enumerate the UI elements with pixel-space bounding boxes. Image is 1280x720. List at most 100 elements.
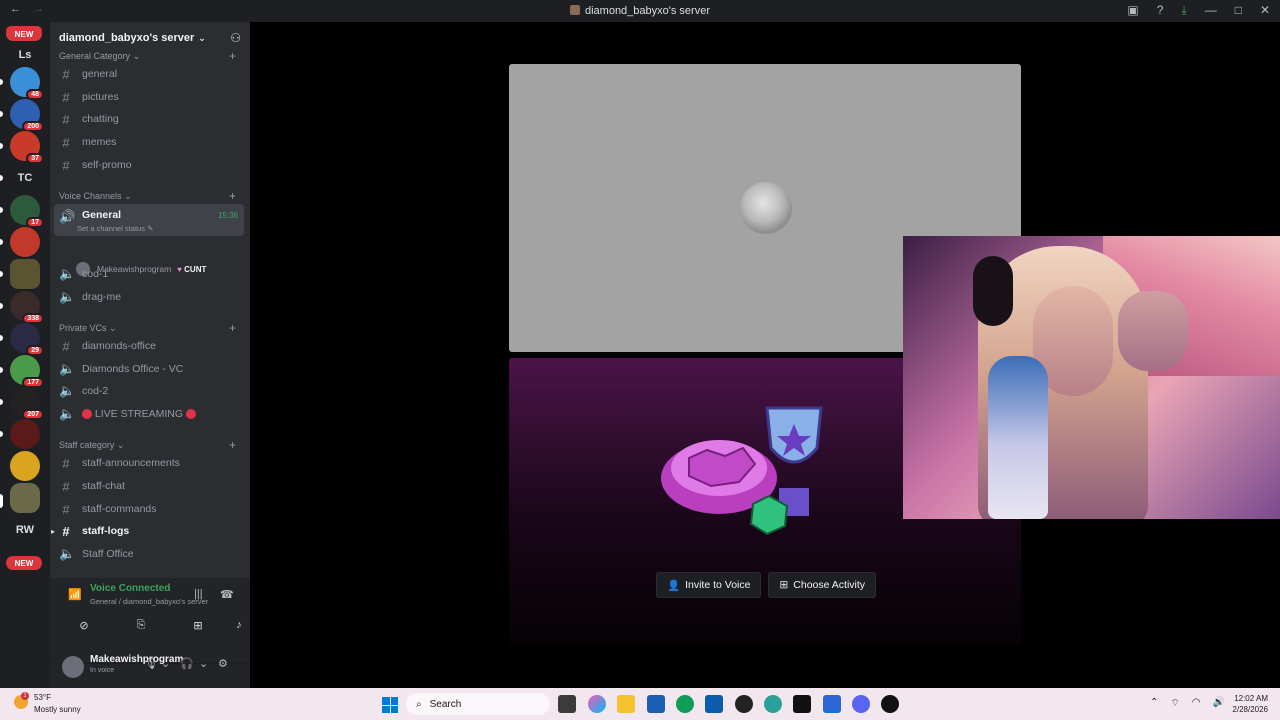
category-staff[interactable]: Staff category ⌄ +	[59, 438, 236, 452]
camera-off-button[interactable]: ⊘	[58, 616, 110, 634]
new-badge[interactable]: NEW	[6, 556, 42, 570]
weather-temperature[interactable]: 53°F	[34, 693, 51, 702]
channel-status[interactable]: Set a channel status ✎	[77, 224, 153, 233]
title-bar-controls: ▣ ? ⤓ — □ ✕	[1127, 3, 1270, 18]
channel-staff-chat[interactable]: # staff-chat	[54, 476, 244, 496]
choose-activity-button[interactable]: ⊞ Choose Activity	[768, 572, 877, 598]
channel-staff-announcements[interactable]: # staff-announcements	[54, 453, 244, 473]
copilot-icon[interactable]	[588, 695, 606, 713]
obs-icon[interactable]	[881, 695, 899, 713]
server-icon[interactable]	[10, 259, 40, 289]
chevron-down-icon[interactable]: ⌄	[199, 657, 208, 670]
server-icon[interactable]	[10, 227, 40, 257]
server-icon[interactable]: 207	[10, 387, 44, 420]
voice-location[interactable]: General / diamond_babyxo's server	[90, 597, 208, 606]
voice-channel-general[interactable]: 🔊 General 15:36 Set a channel status ✎	[54, 204, 244, 236]
invite-to-voice-button[interactable]: 👤 Invite to Voice	[656, 572, 762, 598]
maximize-icon[interactable]: □	[1235, 3, 1242, 18]
voice-channel-staff-office[interactable]: 🔈 Staff Office	[54, 544, 244, 564]
browser-icon[interactable]	[764, 695, 782, 713]
chevron-down-icon: ⌄	[116, 440, 125, 450]
help-icon[interactable]: ?	[1157, 3, 1164, 18]
store-icon[interactable]	[647, 695, 665, 713]
file-explorer-icon[interactable]	[617, 695, 635, 713]
volume-icon[interactable]: 🔊	[1213, 697, 1225, 710]
server-icon[interactable]: 29	[10, 323, 44, 356]
server-icon-current[interactable]	[10, 483, 40, 513]
add-member-icon[interactable]: ⚇	[230, 31, 241, 45]
channel-diamonds-office[interactable]: # diamonds-office	[54, 336, 244, 356]
server-icon[interactable]: 48	[10, 67, 44, 100]
signal-icon[interactable]: 📶	[68, 588, 82, 601]
channel-staff-logs[interactable]: ▸ # staff-logs	[51, 521, 244, 541]
weather-condition[interactable]: Mostly sunny	[34, 705, 81, 714]
voice-channel-cod-2[interactable]: 🔈 cod-2	[54, 381, 244, 401]
noise-suppression-icon[interactable]: |||	[194, 588, 203, 600]
minimize-icon[interactable]: —	[1205, 3, 1217, 18]
server-icon[interactable]: 338	[10, 291, 44, 324]
new-badge[interactable]: NEW	[6, 27, 42, 41]
disconnect-icon[interactable]: ☎	[220, 588, 234, 601]
user-status: In voice	[90, 667, 115, 674]
clock[interactable]: 12:02 AM 2/28/2026	[1226, 693, 1268, 715]
channel-pictures[interactable]: # pictures	[54, 87, 244, 107]
wifi-icon[interactable]: ◠	[1192, 697, 1201, 710]
task-view-icon[interactable]	[558, 695, 576, 713]
server-icon-rw[interactable]: RW	[10, 515, 40, 545]
chevron-up-icon[interactable]: ⌃	[1150, 697, 1158, 710]
server-icon-ls[interactable]: Ls	[10, 40, 40, 70]
avatar[interactable]	[62, 656, 84, 678]
category-general[interactable]: General Category ⌄ +	[59, 49, 236, 63]
soundboard-button[interactable]: ♪	[229, 616, 249, 634]
channel-general[interactable]: # general	[54, 64, 244, 84]
unread-pill	[0, 399, 3, 405]
channel-memes[interactable]: # memes	[54, 132, 244, 152]
taskbar-search[interactable]: ⌕ Search	[406, 693, 550, 715]
hashtag-icon: #	[62, 157, 70, 173]
channel-chatting[interactable]: # chatting	[54, 109, 244, 129]
weather-badge: 1	[21, 692, 29, 700]
add-channel-icon[interactable]: +	[229, 49, 236, 63]
activities-button[interactable]: ⊞	[172, 616, 224, 634]
gear-icon[interactable]: ⚙	[218, 657, 228, 670]
active-app-icon[interactable]	[823, 695, 841, 713]
server-icon-tc[interactable]: TC	[10, 163, 40, 193]
close-icon[interactable]: ✕	[1260, 3, 1270, 18]
editor-icon[interactable]	[705, 695, 723, 713]
server-icon[interactable]	[10, 419, 40, 449]
add-channel-icon[interactable]: +	[229, 189, 236, 203]
capcut-icon[interactable]	[793, 695, 811, 713]
headphones-icon[interactable]: 🎧	[180, 657, 194, 670]
server-icon[interactable]: 37	[10, 131, 44, 164]
channel-staff-commands[interactable]: # staff-commands	[54, 499, 244, 519]
microphone-icon[interactable]: 🎙	[144, 657, 158, 670]
inbox-icon[interactable]: ▣	[1127, 3, 1138, 18]
start-button[interactable]	[382, 697, 398, 713]
voice-status[interactable]: Voice Connected	[90, 583, 170, 594]
server-icon[interactable]: 17	[10, 195, 44, 228]
network-icon[interactable]: ⌔	[1170, 697, 1179, 710]
screen-share-button[interactable]: ⎘	[115, 616, 167, 634]
server-name: diamond_babyxo's server	[59, 32, 195, 44]
channel-self-promo[interactable]: # self-promo	[54, 155, 244, 175]
alienware-icon[interactable]	[735, 695, 753, 713]
voice-channel-diamonds-office-vc[interactable]: 🔈 Diamonds Office - VC	[54, 359, 244, 379]
server-header[interactable]: diamond_babyxo's server ⌄ ⚇	[50, 22, 250, 54]
edge-icon[interactable]	[676, 695, 694, 713]
download-icon[interactable]: ⤓	[1181, 3, 1186, 18]
webcam-overlay[interactable]	[903, 236, 1280, 519]
discord-icon[interactable]	[852, 695, 870, 713]
voice-channel-drag-me[interactable]: 🔈 drag-me	[54, 287, 244, 307]
category-voice[interactable]: Voice Channels ⌄ +	[59, 189, 236, 203]
server-icon[interactable]: 177	[10, 355, 44, 388]
mention-badge: 29	[26, 345, 44, 356]
add-channel-icon[interactable]: +	[229, 321, 236, 335]
server-icon[interactable]: 200	[10, 99, 44, 132]
category-private[interactable]: Private VCs ⌄ +	[59, 321, 236, 335]
chevron-down-icon[interactable]: ⌄	[161, 657, 170, 670]
voice-channel-cod-1[interactable]: 🔈 cod-1	[54, 264, 244, 284]
stage-actions: 👤 Invite to Voice ⊞ Choose Activity	[656, 572, 877, 598]
server-icon[interactable]	[10, 451, 40, 481]
voice-channel-live-streaming[interactable]: 🔈 LIVE STREAMING	[54, 404, 244, 424]
add-channel-icon[interactable]: +	[229, 438, 236, 452]
